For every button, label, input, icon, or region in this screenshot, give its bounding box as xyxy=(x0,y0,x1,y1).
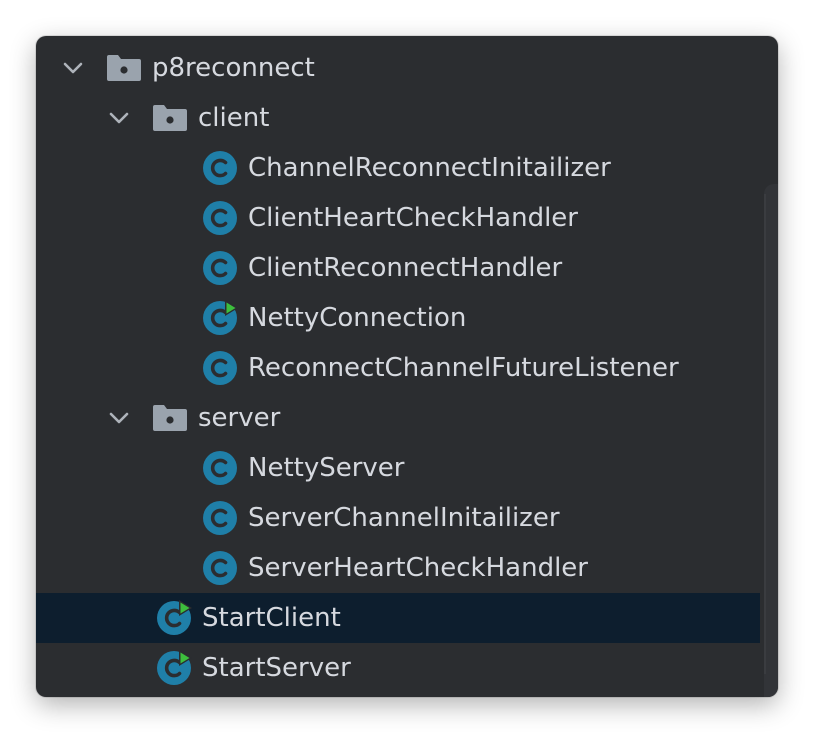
chevron-down-icon[interactable] xyxy=(106,105,132,131)
tree-node-client[interactable]: client xyxy=(36,93,778,143)
class-icon xyxy=(202,250,238,286)
tree-item-class[interactable]: NettyConnection xyxy=(36,293,778,343)
runnable-class-icon xyxy=(156,650,192,686)
runnable-class-icon xyxy=(156,600,192,636)
tree-item-label: NettyConnection xyxy=(248,303,467,333)
tree-item-class[interactable]: ReconnectChannelFutureListener xyxy=(36,343,778,393)
folder-icon xyxy=(152,404,188,432)
tree-item-class[interactable]: ServerChannelInitailizer xyxy=(36,493,778,543)
tree-item-label: ReconnectChannelFutureListener xyxy=(248,353,679,383)
tree-item-label: StartServer xyxy=(202,653,351,683)
tree-item-label: NettyServer xyxy=(248,453,405,483)
scrollbar-track-edge xyxy=(764,194,766,674)
chevron-down-icon[interactable] xyxy=(60,55,86,81)
tree-item-class[interactable]: ClientReconnectHandler xyxy=(36,243,778,293)
tree-node-label: p8reconnect xyxy=(152,53,315,83)
project-tree: p8reconnect client ChannelReconnectInita… xyxy=(36,43,778,693)
runnable-class-icon xyxy=(202,300,238,336)
tree-item-label: ClientReconnectHandler xyxy=(248,253,563,283)
tree-node-p8reconnect[interactable]: p8reconnect xyxy=(36,43,778,93)
class-icon xyxy=(202,450,238,486)
tree-item-class[interactable]: NettyServer xyxy=(36,443,778,493)
tree-item-label: ServerChannelInitailizer xyxy=(248,503,560,533)
tree-item-startserver[interactable]: StartServer xyxy=(36,643,778,693)
tree-item-label: ChannelReconnectInitailizer xyxy=(248,153,611,183)
tree-node-label: client xyxy=(198,103,270,133)
folder-icon xyxy=(106,54,142,82)
tree-item-startclient-selected[interactable]: StartClient xyxy=(36,593,760,643)
project-tool-window: p8reconnect client ChannelReconnectInita… xyxy=(36,36,778,697)
folder-icon xyxy=(152,104,188,132)
class-icon xyxy=(202,150,238,186)
tree-node-server[interactable]: server xyxy=(36,393,778,443)
class-icon xyxy=(202,200,238,236)
tree-node-label: server xyxy=(198,403,281,433)
tree-item-class[interactable]: ServerHeartCheckHandler xyxy=(36,543,778,593)
vertical-scrollbar[interactable] xyxy=(764,184,778,697)
tree-item-class[interactable]: ChannelReconnectInitailizer xyxy=(36,143,778,193)
class-icon xyxy=(202,550,238,586)
class-icon xyxy=(202,350,238,386)
class-icon xyxy=(202,500,238,536)
tree-item-class[interactable]: ClientHeartCheckHandler xyxy=(36,193,778,243)
chevron-down-icon[interactable] xyxy=(106,405,132,431)
tree-item-label: ServerHeartCheckHandler xyxy=(248,553,588,583)
tree-item-label: StartClient xyxy=(202,603,341,633)
tree-item-label: ClientHeartCheckHandler xyxy=(248,203,578,233)
